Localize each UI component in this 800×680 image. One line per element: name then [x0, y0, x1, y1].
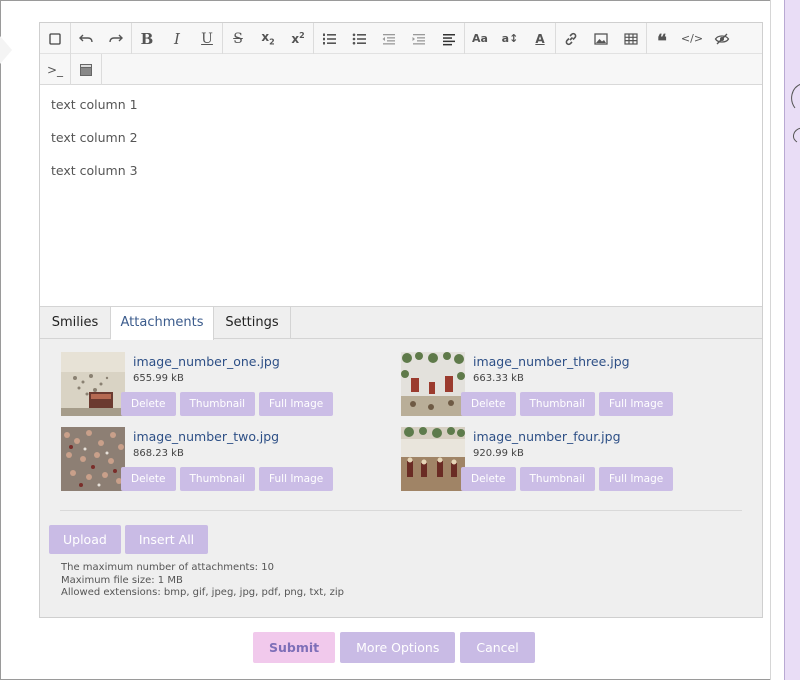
redo-icon[interactable]: [101, 23, 131, 54]
attachment-actions: Delete Thumbnail Full Image: [121, 467, 334, 491]
thumbnail-button[interactable]: Thumbnail: [519, 392, 596, 416]
form-actions: Submit More Options Cancel: [253, 632, 535, 663]
attachment-actions: Delete Thumbnail Full Image: [461, 392, 674, 416]
attachment-item: image_number_three.jpg 663.33 kB Delete …: [401, 352, 731, 418]
toolbar-group-format: B I U: [132, 23, 223, 54]
attachment-actions: Delete Thumbnail Full Image: [121, 392, 334, 416]
squiggle-decoration: [791, 83, 800, 143]
max-file-size-text: Maximum file size: 1 MB: [61, 574, 183, 586]
attachment-size: 663.33 kB: [473, 373, 524, 384]
attachment-item: image_number_two.jpg 868.23 kB Delete Th…: [61, 427, 391, 493]
attachment-thumbnail[interactable]: [401, 427, 465, 491]
thumbnail-button[interactable]: Thumbnail: [179, 392, 256, 416]
rich-text-editor: B I U S x2 x2 Aa a↕ A ❝ </> >_ text colu…: [39, 22, 763, 618]
right-decorative-strip: [784, 0, 800, 680]
align-icon[interactable]: [434, 23, 464, 54]
toolbar-group-code: ❝ </>: [647, 23, 737, 54]
attachment-item: image_number_one.jpg 655.99 kB Delete Th…: [61, 352, 391, 418]
content-line-1: text column 1: [51, 97, 138, 112]
attachment-thumbnail[interactable]: [61, 352, 125, 416]
tab-attachments[interactable]: Attachments: [111, 307, 214, 340]
image-icon[interactable]: [586, 23, 616, 54]
thumbnail-button[interactable]: Thumbnail: [179, 467, 256, 491]
superscript-icon[interactable]: x2: [283, 23, 313, 54]
preview-icon[interactable]: [707, 23, 737, 54]
toolbar-row-2: >_: [40, 54, 102, 85]
italic-icon[interactable]: I: [162, 23, 192, 54]
code-icon[interactable]: </>: [677, 23, 707, 54]
allowed-extensions-text: Allowed extensions: bmp, gif, jpeg, jpg,…: [61, 587, 344, 598]
toolbar-group-history: [71, 23, 132, 54]
delete-button[interactable]: Delete: [461, 392, 516, 416]
font-size-icon[interactable]: Aa: [465, 23, 495, 54]
media-icon[interactable]: [71, 54, 101, 85]
toolbar-row-1: B I U S x2 x2 Aa a↕ A ❝ </>: [40, 23, 762, 54]
full-image-button[interactable]: Full Image: [599, 392, 674, 416]
delete-button[interactable]: Delete: [461, 467, 516, 491]
delete-button[interactable]: Delete: [121, 467, 176, 491]
quote-icon[interactable]: ❝: [647, 23, 677, 54]
attachments-panel: Smilies Attachments Settings image_numbe…: [40, 306, 762, 617]
divider: [60, 510, 742, 511]
ordered-list-icon[interactable]: [314, 23, 344, 54]
link-icon[interactable]: [556, 23, 586, 54]
editor-toolbar: B I U S x2 x2 Aa a↕ A ❝ </> >_: [40, 23, 762, 85]
attachment-thumbnail[interactable]: [61, 427, 125, 491]
toolbar-group-font: Aa a↕ A: [465, 23, 556, 54]
indent-icon[interactable]: [404, 23, 434, 54]
tab-smilies[interactable]: Smilies: [40, 307, 111, 339]
tab-bar: Smilies Attachments Settings: [40, 307, 762, 340]
subscript-icon[interactable]: x2: [253, 23, 283, 54]
attachment-name[interactable]: image_number_three.jpg: [473, 354, 630, 369]
table-icon[interactable]: [616, 23, 646, 54]
full-image-button[interactable]: Full Image: [259, 392, 334, 416]
attachment-size: 655.99 kB: [133, 373, 184, 384]
thumbnail-button[interactable]: Thumbnail: [519, 467, 596, 491]
content-line-2: text column 2: [51, 130, 138, 145]
submit-button[interactable]: Submit: [253, 632, 336, 663]
outdent-icon[interactable]: [374, 23, 404, 54]
attachment-size: 868.23 kB: [133, 448, 184, 459]
font-color-icon[interactable]: A: [525, 23, 555, 54]
attachment-limits: The maximum number of attachments: 10 Ma…: [61, 562, 344, 600]
editor-content-area[interactable]: text column 1 text column 2 text column …: [40, 86, 762, 306]
strikethrough-icon[interactable]: S: [223, 23, 253, 54]
toolbar-group-lists: [314, 23, 465, 54]
tab-settings[interactable]: Settings: [214, 307, 291, 339]
attachment-item: image_number_four.jpg 920.99 kB Delete T…: [401, 427, 731, 493]
right-gutter: [770, 0, 784, 680]
attachment-name[interactable]: image_number_four.jpg: [473, 429, 621, 444]
bold-icon[interactable]: B: [132, 23, 162, 54]
upload-button[interactable]: Upload: [49, 525, 121, 554]
insert-all-button[interactable]: Insert All: [124, 525, 209, 554]
content-line-3: text column 3: [51, 163, 138, 178]
terminal-icon[interactable]: >_: [40, 54, 70, 85]
checkbox-icon[interactable]: [40, 23, 70, 54]
attachment-name[interactable]: image_number_two.jpg: [133, 429, 279, 444]
delete-button[interactable]: Delete: [121, 392, 176, 416]
attachment-thumbnail[interactable]: [401, 352, 465, 416]
attachment-name[interactable]: image_number_one.jpg: [133, 354, 280, 369]
cancel-button[interactable]: Cancel: [460, 632, 535, 663]
left-notch: [0, 36, 12, 64]
attachment-actions: Delete Thumbnail Full Image: [461, 467, 674, 491]
attachment-size: 920.99 kB: [473, 448, 524, 459]
full-image-button[interactable]: Full Image: [599, 467, 674, 491]
toolbar-group-select: [40, 23, 71, 54]
underline-icon[interactable]: U: [192, 23, 222, 54]
upload-actions: Upload Insert All: [49, 525, 209, 554]
toolbar-group-script: S x2 x2: [223, 23, 314, 54]
full-image-button[interactable]: Full Image: [259, 467, 334, 491]
max-attachments-text: The maximum number of attachments: 10: [61, 562, 274, 573]
line-height-icon[interactable]: a↕: [495, 23, 525, 54]
toolbar-group-media: [70, 54, 102, 85]
undo-icon[interactable]: [71, 23, 101, 54]
more-options-button[interactable]: More Options: [340, 632, 456, 663]
toolbar-group-insert: [556, 23, 647, 54]
unordered-list-icon[interactable]: [344, 23, 374, 54]
